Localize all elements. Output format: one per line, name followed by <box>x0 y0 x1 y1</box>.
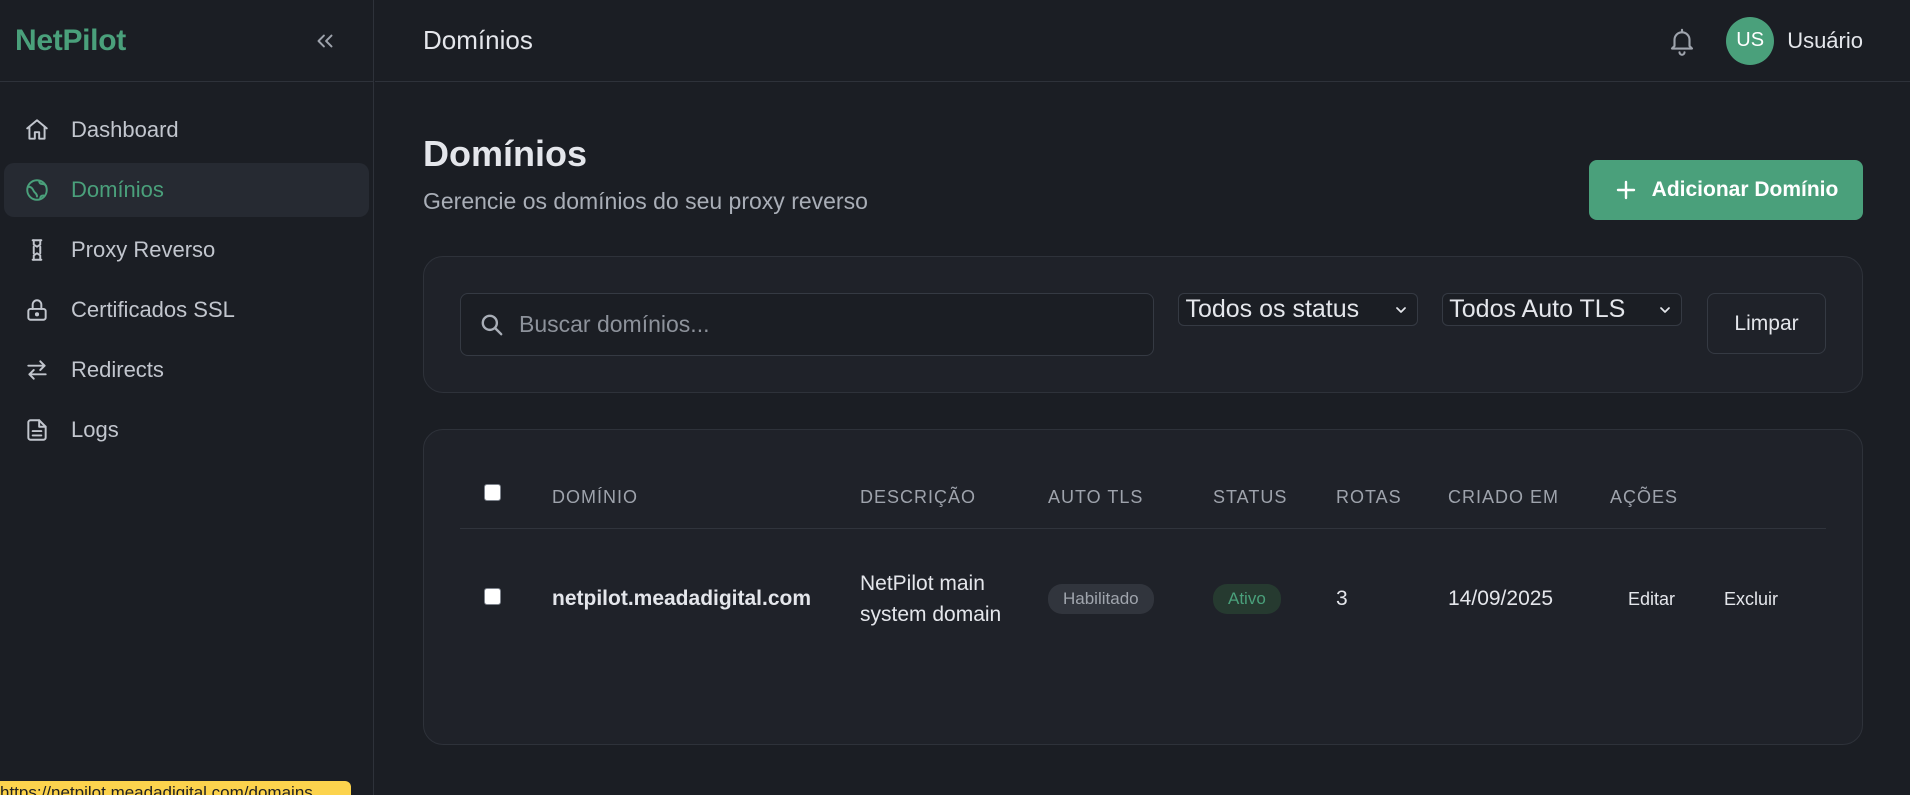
select-all-checkbox[interactable] <box>484 484 501 501</box>
created-date: 14/09/2025 <box>1448 587 1554 610</box>
status-filter-select[interactable]: Todos os status <box>1178 293 1419 326</box>
plus-icon <box>1614 178 1638 202</box>
header-created: CRIADO EM <box>1448 486 1560 507</box>
brand-logo[interactable]: NetPilot <box>15 24 126 58</box>
auto-tls-filter-select[interactable]: Todos Auto TLS <box>1442 293 1683 326</box>
avatar[interactable]: US <box>1726 16 1775 65</box>
page-header: Domínios Gerencie os domínios do seu pro… <box>423 83 1863 256</box>
chevrons-left-icon <box>317 34 333 47</box>
status-cell: Ativo <box>1213 584 1336 614</box>
sidebar-item-logs[interactable]: Logs <box>4 403 369 457</box>
table-header: DOMÍNIO DESCRIÇÃO AUTO TLS STATUS ROTAS … <box>460 466 1826 529</box>
chevron-down-icon <box>1396 306 1407 313</box>
auto-tls-cell: Habilitado <box>1048 584 1213 614</box>
edit-button[interactable]: Editar <box>1610 583 1693 616</box>
home-icon <box>23 116 51 144</box>
page-subtitle: Gerencie os domínios do seu proxy revers… <box>423 188 868 214</box>
globe-icon <box>23 176 51 204</box>
sidebar-item-label: Proxy Reverso <box>71 237 216 262</box>
document-icon <box>23 416 51 444</box>
header-actions: AÇÕES <box>1610 486 1679 507</box>
delete-button[interactable]: Excluir <box>1706 583 1796 616</box>
status-badge: Ativo <box>1213 584 1281 614</box>
filter-card: Todos os status Todos Auto TLS Limpar <box>423 256 1863 393</box>
sidebar-item-label: Dashboard <box>71 117 179 142</box>
sidebar-item-proxy-reverso[interactable]: Proxy Reverso <box>4 223 369 277</box>
add-domain-button[interactable]: Adicionar Domínio <box>1589 160 1863 220</box>
domain-name[interactable]: netpilot.meadadigital.com <box>552 587 860 611</box>
sidebar-header: NetPilot <box>0 0 373 82</box>
lock-icon <box>23 296 51 324</box>
search-icon <box>481 314 503 335</box>
select-all-cell <box>460 484 552 506</box>
row-actions: Editar Excluir <box>1610 583 1826 616</box>
domains-table: DOMÍNIO DESCRIÇÃO AUTO TLS STATUS ROTAS … <box>423 429 1863 745</box>
username[interactable]: Usuário <box>1787 28 1863 54</box>
collapse-sidebar-button[interactable] <box>307 23 343 59</box>
chevron-down-icon <box>1660 306 1670 313</box>
search-box[interactable] <box>460 293 1155 356</box>
auto-tls-filter-value: Todos Auto TLS <box>1449 295 1626 323</box>
bell-icon <box>1671 28 1694 56</box>
sidebar-item-label: Certificados SSL <box>71 297 235 322</box>
sidebar-item-dominios[interactable]: Domínios <box>4 163 369 217</box>
sidebar-item-dashboard[interactable]: Dashboard <box>4 103 369 157</box>
add-domain-label: Adicionar Domínio <box>1651 178 1839 201</box>
topbar: Domínios US Usuário <box>375 0 1910 82</box>
routes-count: 3 <box>1336 587 1348 610</box>
header-status: STATUS <box>1213 486 1288 507</box>
header-auto-tls: AUTO TLS <box>1048 486 1144 507</box>
table-row: netpilot.meadadigital.com NetPilot main … <box>460 529 1826 669</box>
sidebar-item-label: Redirects <box>71 357 164 382</box>
notifications-button[interactable] <box>1665 24 1699 58</box>
sidebar-nav: Dashboard Domínios Proxy Reverso Certifi… <box>0 82 373 457</box>
row-select-cell <box>460 587 552 611</box>
domain-description: NetPilot main system domain <box>860 572 1002 626</box>
auto-tls-badge: Habilitado <box>1048 584 1154 614</box>
arrows-exchange-icon <box>23 356 51 384</box>
clear-filters-button[interactable]: Limpar <box>1707 293 1826 354</box>
header-description: DESCRIÇÃO <box>860 486 977 507</box>
sidebar-item-label: Logs <box>71 417 119 442</box>
sidebar-item-label: Domínios <box>71 177 164 202</box>
link-status-bar: https://netpilot.meadadigital.com/domain… <box>0 781 351 795</box>
sidebar: NetPilot Dashboard Domínios Proxy Revers… <box>0 0 374 795</box>
proxy-icon <box>23 236 51 264</box>
sidebar-item-redirects[interactable]: Redirects <box>4 343 369 397</box>
row-checkbox[interactable] <box>484 588 501 605</box>
page-title: Domínios <box>423 133 588 174</box>
search-input[interactable] <box>519 311 1119 338</box>
topbar-title: Domínios <box>423 25 533 55</box>
sidebar-item-certificados-ssl[interactable]: Certificados SSL <box>4 283 369 337</box>
main-content: Domínios Gerencie os domínios do seu pro… <box>375 83 1910 795</box>
status-filter-value: Todos os status <box>1185 295 1360 323</box>
header-domain[interactable]: DOMÍNIO <box>552 487 860 508</box>
header-routes: ROTAS <box>1336 486 1402 507</box>
topbar-right: US Usuário <box>1665 16 1863 65</box>
